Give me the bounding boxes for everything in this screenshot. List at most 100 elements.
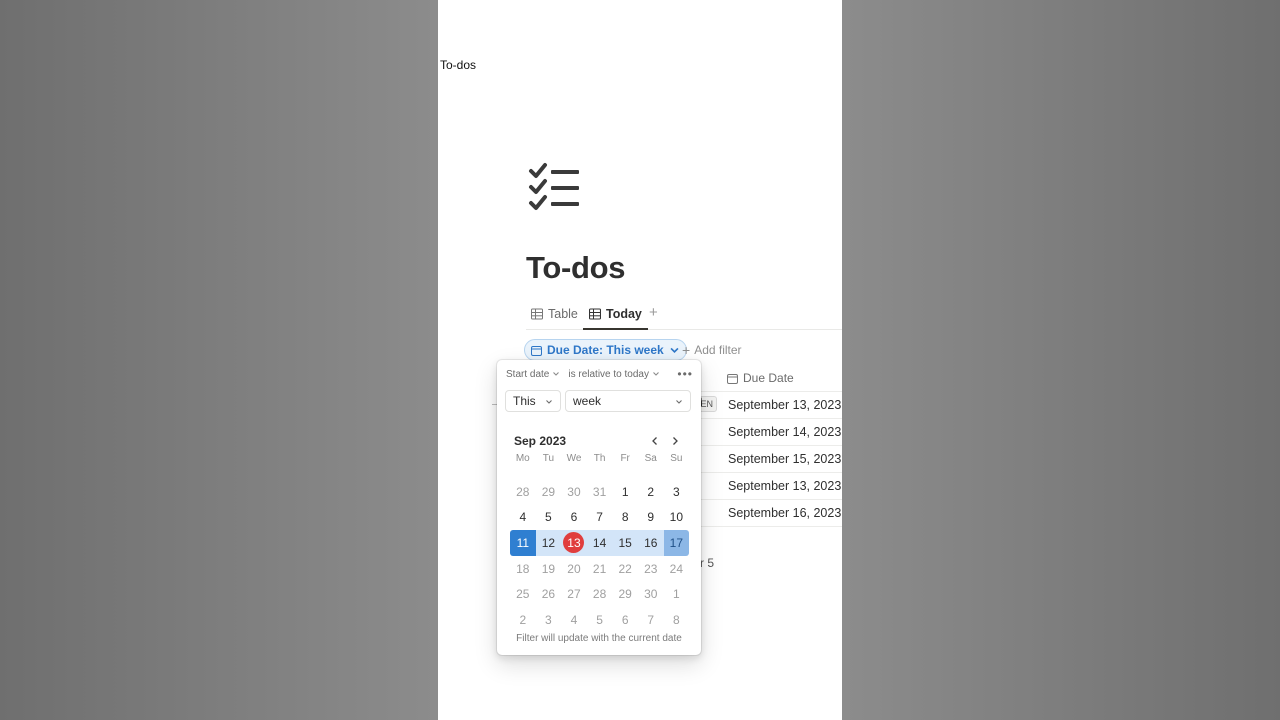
tab-table-view[interactable]: Table bbox=[531, 300, 578, 328]
relation-dropdown[interactable]: is relative to today bbox=[568, 369, 660, 380]
calendar-day[interactable]: 9 bbox=[638, 505, 664, 531]
calendar-day-number: 13 bbox=[563, 532, 585, 554]
calendar-day[interactable]: 1 bbox=[664, 581, 690, 607]
calendar-day[interactable]: 6 bbox=[561, 505, 587, 531]
due-date-cell[interactable]: September 13, 2023 bbox=[728, 398, 841, 412]
calendar-day-number: 17 bbox=[669, 535, 684, 550]
calendar-day-number: 1 bbox=[673, 587, 680, 602]
date-filter-header: Start date is relative to today ••• bbox=[506, 367, 693, 381]
calendar-day[interactable]: 4 bbox=[561, 607, 587, 633]
add-filter-button[interactable]: + Add filter bbox=[682, 342, 742, 358]
calendar-day[interactable]: 11 bbox=[510, 530, 536, 556]
table-icon bbox=[589, 308, 601, 320]
calendar-day[interactable]: 5 bbox=[536, 505, 562, 531]
table-row[interactable]: September 15, 2023 bbox=[700, 446, 842, 473]
previous-month-button[interactable] bbox=[650, 433, 664, 447]
tab-label: Today bbox=[606, 307, 642, 321]
calendar-day[interactable]: 31 bbox=[587, 479, 613, 505]
calendar-day[interactable]: 14 bbox=[586, 530, 613, 556]
relative-select[interactable]: This bbox=[505, 390, 561, 412]
unit-select-value: week bbox=[573, 394, 602, 408]
table-row[interactable]: September 14, 2023 bbox=[700, 419, 842, 446]
calendar-day[interactable]: 28 bbox=[510, 479, 536, 505]
calendar-day[interactable]: 29 bbox=[536, 479, 562, 505]
calendar-day-number: 14 bbox=[592, 535, 607, 550]
table-rows: September 13, 2023 September 14, 2023 Se… bbox=[700, 392, 842, 527]
weekday-label: Su bbox=[670, 453, 683, 464]
calendar-day[interactable]: 12 bbox=[535, 530, 562, 556]
weekday-header: Mo Tu We Th Fr Sa Su bbox=[510, 453, 690, 469]
calendar-day[interactable]: 2 bbox=[510, 607, 536, 633]
calendar-day[interactable]: 21 bbox=[587, 556, 613, 582]
calendar-day[interactable]: 15 bbox=[612, 530, 638, 556]
calendar-day-number: 1 bbox=[621, 484, 629, 499]
chevron-down-icon bbox=[553, 372, 560, 376]
calendar-day[interactable]: 8 bbox=[664, 607, 690, 633]
table-row[interactable]: September 13, 2023 bbox=[700, 392, 842, 419]
tab-label: Table bbox=[548, 307, 578, 321]
weekday-label: Th bbox=[593, 453, 606, 464]
calendar-day[interactable]: 6 bbox=[612, 607, 638, 633]
unit-select[interactable]: week bbox=[565, 390, 691, 412]
weekday-label: Mo bbox=[515, 453, 530, 464]
chevron-down-icon bbox=[653, 372, 659, 376]
calendar-day[interactable]: 2 bbox=[638, 479, 664, 505]
page-title[interactable]: To-dos bbox=[526, 250, 626, 286]
calendar-day[interactable]: 19 bbox=[536, 556, 562, 582]
more-options-icon[interactable]: ••• bbox=[677, 368, 693, 380]
calendar-day[interactable]: 10 bbox=[664, 505, 690, 531]
calendar-day-number: 29 bbox=[618, 587, 632, 602]
checklist-icon[interactable] bbox=[528, 162, 584, 214]
calendar-day[interactable]: 30 bbox=[638, 581, 664, 607]
due-date-cell[interactable]: September 16, 2023 bbox=[728, 506, 841, 520]
calendar-day[interactable]: 22 bbox=[612, 556, 638, 582]
calendar-day[interactable]: 26 bbox=[536, 581, 562, 607]
calendar-day[interactable]: 1 bbox=[612, 479, 638, 505]
calendar-day[interactable]: 18 bbox=[510, 556, 536, 582]
calendar-day-number: 26 bbox=[541, 587, 556, 602]
calendar-day-number: 4 bbox=[570, 612, 578, 627]
calendar-day[interactable]: 23 bbox=[638, 556, 664, 582]
calendar-day[interactable]: 24 bbox=[664, 556, 690, 582]
due-date-cell[interactable]: September 14, 2023 bbox=[728, 425, 841, 439]
calendar-day[interactable]: 20 bbox=[561, 556, 587, 582]
background-right bbox=[842, 0, 1280, 720]
date-type-dropdown[interactable]: Start date bbox=[506, 369, 560, 380]
calendar-day[interactable]: 30 bbox=[561, 479, 587, 505]
table-row[interactable]: September 13, 2023 bbox=[700, 473, 842, 500]
calendar-day[interactable]: 3 bbox=[536, 607, 562, 633]
calendar-day-today[interactable]: 13 bbox=[561, 530, 587, 556]
add-view-button[interactable]: + bbox=[649, 304, 658, 321]
due-date-filter-chip[interactable]: Due Date: This week bbox=[524, 339, 687, 361]
calendar-day[interactable]: 25 bbox=[510, 581, 536, 607]
calendar-day[interactable]: 28 bbox=[587, 581, 613, 607]
next-month-button[interactable] bbox=[670, 433, 684, 447]
calendar-day[interactable]: 8 bbox=[612, 505, 638, 531]
weekday-label: Sa bbox=[644, 453, 657, 464]
weekday-label: We bbox=[566, 453, 582, 464]
calendar-day[interactable]: 27 bbox=[561, 581, 587, 607]
table-row[interactable]: September 16, 2023 bbox=[700, 500, 842, 527]
calendar-day-number: 28 bbox=[516, 484, 530, 499]
calendar-day-number: 23 bbox=[644, 561, 658, 576]
due-date-cell[interactable]: September 13, 2023 bbox=[728, 479, 841, 493]
calendar: Mo Tu We Th Fr Sa Su 28 29 30 31 1 2 3 4 5 6 7 8 9 10 11 12 13… bbox=[510, 453, 690, 633]
calendar-day-number: 7 bbox=[596, 510, 603, 525]
calendar-day-number: 11 bbox=[516, 535, 530, 550]
calendar-day[interactable]: 4 bbox=[510, 505, 536, 531]
browser-tab-title: To-dos bbox=[440, 58, 477, 72]
calendar-day-number: 6 bbox=[570, 510, 578, 525]
date-filter-popup: Start date is relative to today ••• This… bbox=[497, 360, 701, 655]
tab-today-view[interactable]: Today bbox=[583, 300, 648, 330]
calendar-day[interactable]: 17 bbox=[663, 530, 690, 556]
calendar-day[interactable]: 5 bbox=[587, 607, 613, 633]
calendar-day-number: 5 bbox=[545, 510, 552, 525]
calendar-day-number: 10 bbox=[669, 510, 684, 525]
calendar-day[interactable]: 7 bbox=[587, 505, 613, 531]
due-date-column-header[interactable]: Due Date bbox=[727, 371, 794, 385]
calendar-day[interactable]: 3 bbox=[664, 479, 690, 505]
calendar-day[interactable]: 29 bbox=[612, 581, 638, 607]
calendar-day[interactable]: 16 bbox=[637, 530, 664, 556]
calendar-day[interactable]: 7 bbox=[638, 607, 664, 633]
due-date-cell[interactable]: September 15, 2023 bbox=[728, 452, 841, 466]
